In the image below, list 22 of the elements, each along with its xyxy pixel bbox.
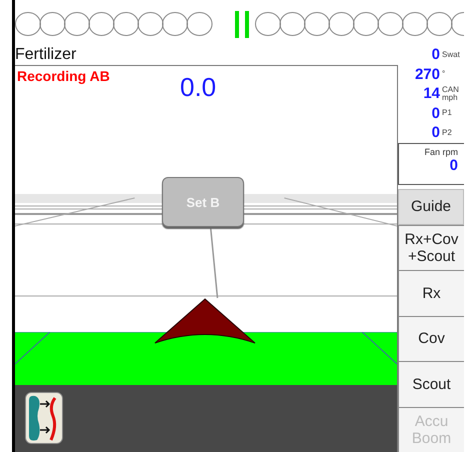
value-readout: 0.0 (180, 72, 216, 103)
readout-unit: P2 (442, 128, 453, 137)
mode-button[interactable]: Guide (398, 189, 464, 225)
steering-logo-icon[interactable] (25, 392, 63, 444)
readout-value: 270 (414, 66, 440, 83)
readout-value: 14 (423, 85, 440, 102)
readout-unit: CAN mph (442, 86, 460, 102)
fan-label: Fan rpm (423, 147, 458, 157)
vehicle-arrow-icon (153, 298, 257, 344)
mode-button[interactable]: Rx (398, 270, 464, 316)
fan-value: 0 (448, 157, 458, 174)
readout-value: 0 (432, 46, 440, 64)
mode-button[interactable]: Scout (398, 361, 464, 407)
recording-status: Recording AB (17, 68, 110, 84)
readout-unit: Swat (442, 50, 461, 59)
readout-unit: ° (442, 70, 446, 78)
readout-value: 0 (432, 124, 440, 142)
mode-button[interactable]: Cov (398, 316, 464, 362)
readout-value: 0 (432, 104, 440, 122)
readout-unit: P1 (442, 109, 453, 118)
product-name: Fertilizer (15, 45, 78, 65)
mode-button[interactable]: Rx+Cov +Scout (398, 225, 464, 270)
